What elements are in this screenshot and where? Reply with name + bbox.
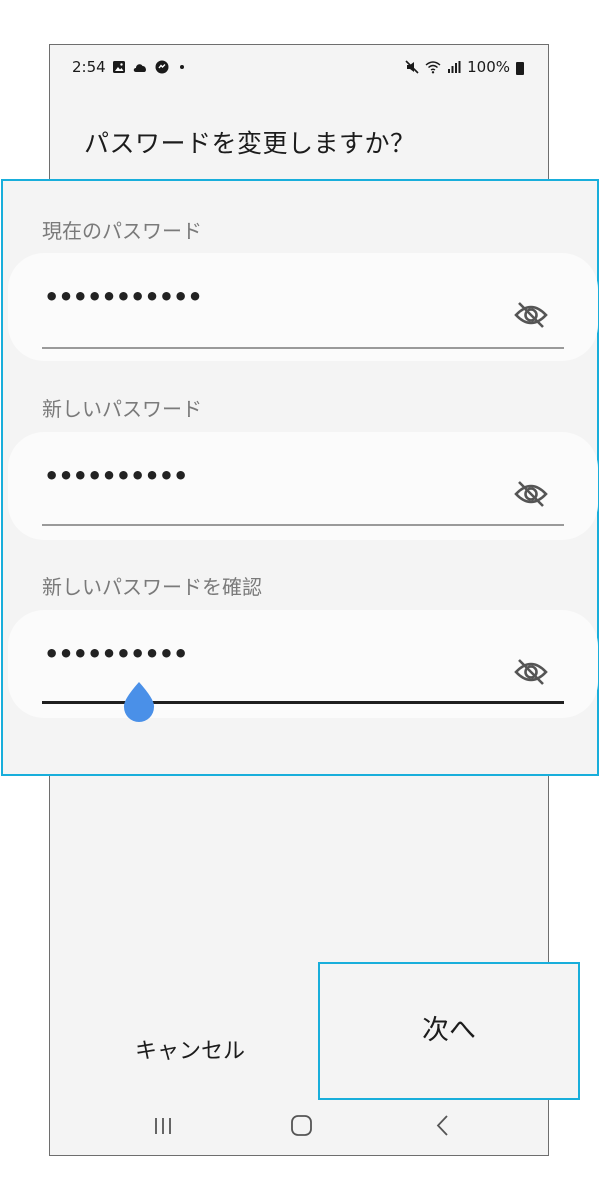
dot-icon <box>179 65 184 69</box>
wifi-icon <box>425 61 441 74</box>
signal-icon <box>448 61 461 73</box>
battery-level: 100% <box>467 58 510 76</box>
current-password-field[interactable]: ••••••••••• <box>8 253 598 361</box>
current-password-label: 現在のパスワード <box>42 219 202 243</box>
text-cursor-handle-icon[interactable] <box>121 680 157 722</box>
home-icon[interactable] <box>281 1106 321 1146</box>
current-password-input[interactable]: ••••••••••• <box>44 285 203 309</box>
mute-icon <box>405 60 419 74</box>
next-button[interactable]: 次へ <box>318 962 580 1100</box>
current-password-underline <box>42 347 564 349</box>
status-time: 2:54 <box>72 58 106 76</box>
gallery-icon <box>112 61 125 73</box>
password-form: 現在のパスワード ••••••••••• 新しいパスワード ••••••••••… <box>1 179 599 776</box>
new-password-field[interactable]: •••••••••• <box>8 432 598 540</box>
confirm-password-input[interactable]: •••••••••• <box>44 642 188 666</box>
status-bar: 2:54 100% <box>72 58 532 82</box>
cancel-button[interactable]: キャンセル <box>110 1030 270 1074</box>
new-password-input[interactable]: •••••••••• <box>44 464 188 488</box>
recent-apps-icon[interactable] <box>144 1106 184 1146</box>
new-password-underline <box>42 524 564 526</box>
navigation-bar <box>50 1106 548 1146</box>
battery-icon <box>516 61 524 75</box>
confirm-password-field[interactable]: •••••••••• <box>8 610 598 722</box>
eye-off-icon[interactable] <box>514 480 548 508</box>
confirm-password-label: 新しいパスワードを確認 <box>42 575 262 599</box>
eye-off-icon[interactable] <box>514 301 548 329</box>
messenger-icon <box>155 60 169 74</box>
eye-off-icon[interactable] <box>514 658 548 686</box>
new-password-label: 新しいパスワード <box>42 397 202 421</box>
back-icon[interactable] <box>424 1106 464 1146</box>
cloud-icon <box>133 64 146 72</box>
dialog-title: パスワードを変更しますか？ <box>84 129 416 158</box>
